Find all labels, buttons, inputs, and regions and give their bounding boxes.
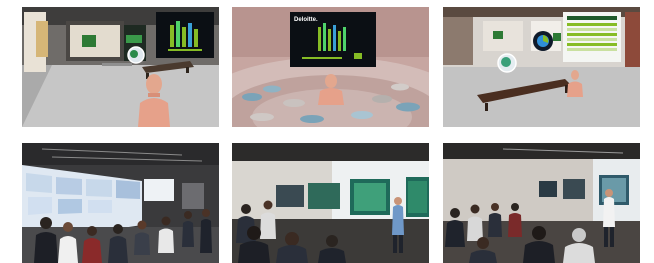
- physical-room-photo: [443, 143, 640, 263]
- physical-screens-photo: [232, 143, 429, 263]
- vr-amphitheater-scene: Deloitte.: [232, 7, 429, 127]
- vr-amphitheater-tile: Deloitte.: [232, 7, 429, 127]
- display-screen: [563, 179, 585, 199]
- physical-video-wall-tile: [22, 143, 219, 263]
- vr-gallery-scene: [443, 7, 640, 127]
- physical-video-wall-photo: [22, 143, 219, 263]
- vr-gallery-tile: [443, 7, 640, 127]
- physical-room-tile: [443, 143, 640, 263]
- physical-screens-tile: [232, 143, 429, 263]
- screen-logo-text: Deloitte.: [294, 17, 318, 23]
- vr-atrium-tile: [22, 7, 219, 127]
- display-screen: [539, 181, 557, 197]
- vr-atrium-scene: [22, 7, 219, 127]
